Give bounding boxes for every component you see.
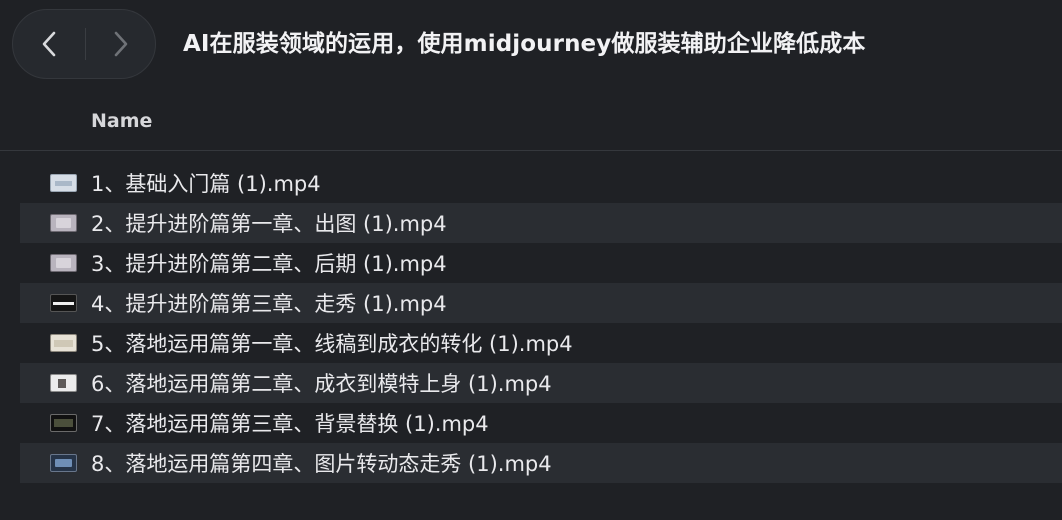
file-name: 8、落地运用篇第四章、图片转动态走秀 (1).mp4 bbox=[91, 452, 552, 476]
header-divider bbox=[0, 150, 1062, 151]
name-column-header[interactable]: Name bbox=[91, 110, 152, 132]
file-row[interactable]: 6、落地运用篇第二章、成衣到模特上身 (1).mp4 bbox=[20, 363, 1062, 403]
toolbar: AI在服装领域的运用，使用midjourney做服装辅助企业降低成本 bbox=[0, 0, 1062, 92]
video-thumbnail-icon bbox=[50, 414, 77, 432]
back-button[interactable] bbox=[13, 10, 85, 78]
video-thumbnail-icon bbox=[50, 374, 77, 392]
finder-window: AI在服装领域的运用，使用midjourney做服装辅助企业降低成本 Name … bbox=[0, 0, 1062, 520]
video-thumbnail-icon bbox=[50, 254, 77, 272]
file-row[interactable]: 1、基础入门篇 (1).mp4 bbox=[20, 163, 1062, 203]
chevron-left-icon bbox=[42, 31, 56, 57]
forward-button[interactable] bbox=[85, 10, 157, 78]
file-name: 1、基础入门篇 (1).mp4 bbox=[91, 172, 321, 196]
file-list: 1、基础入门篇 (1).mp4 2、提升进阶篇第一章、出图 (1).mp4 3、… bbox=[20, 163, 1062, 483]
file-row[interactable]: 2、提升进阶篇第一章、出图 (1).mp4 bbox=[20, 203, 1062, 243]
file-name: 3、提升进阶篇第二章、后期 (1).mp4 bbox=[91, 252, 447, 276]
file-row[interactable]: 4、提升进阶篇第三章、走秀 (1).mp4 bbox=[20, 283, 1062, 323]
file-name: 4、提升进阶篇第三章、走秀 (1).mp4 bbox=[91, 292, 447, 316]
video-thumbnail-icon bbox=[50, 214, 77, 232]
video-thumbnail-icon bbox=[50, 454, 77, 472]
video-thumbnail-icon bbox=[50, 174, 77, 192]
window-title: AI在服装领域的运用，使用midjourney做服装辅助企业降低成本 bbox=[183, 31, 866, 57]
file-row[interactable]: 3、提升进阶篇第二章、后期 (1).mp4 bbox=[20, 243, 1062, 283]
video-thumbnail-icon bbox=[50, 334, 77, 352]
file-row[interactable]: 5、落地运用篇第一章、线稿到成衣的转化 (1).mp4 bbox=[20, 323, 1062, 363]
file-name: 6、落地运用篇第二章、成衣到模特上身 (1).mp4 bbox=[91, 372, 552, 396]
chevron-right-icon bbox=[114, 31, 128, 57]
file-name: 5、落地运用篇第一章、线稿到成衣的转化 (1).mp4 bbox=[91, 332, 573, 356]
file-row[interactable]: 8、落地运用篇第四章、图片转动态走秀 (1).mp4 bbox=[20, 443, 1062, 483]
file-name: 7、落地运用篇第三章、背景替换 (1).mp4 bbox=[91, 412, 489, 436]
video-thumbnail-icon bbox=[50, 294, 77, 312]
file-row[interactable]: 7、落地运用篇第三章、背景替换 (1).mp4 bbox=[20, 403, 1062, 443]
file-name: 2、提升进阶篇第一章、出图 (1).mp4 bbox=[91, 212, 447, 236]
navigation-controls bbox=[12, 9, 156, 79]
